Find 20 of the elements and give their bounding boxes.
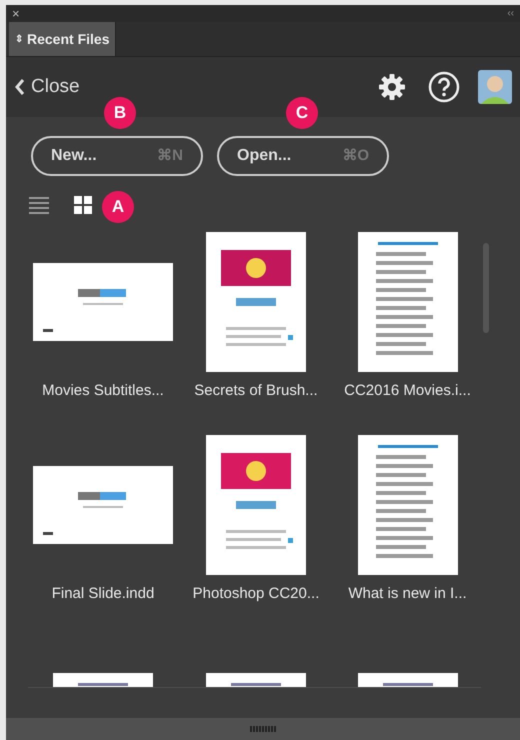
action-button[interactable]: Open... ⌘O — [217, 136, 389, 176]
collapse-button[interactable]: ‹‹ — [507, 8, 514, 18]
file-name[interactable]: Secrets of Brush... — [194, 381, 318, 401]
scrollbar-thumb[interactable] — [483, 243, 489, 333]
help-icon[interactable] — [428, 71, 460, 103]
file-name[interactable]: CC2016 Movies.i... — [344, 381, 471, 401]
file-name[interactable]: Movies Subtitles... — [42, 381, 164, 401]
file-name[interactable]: Photoshop CC20... — [192, 584, 320, 604]
resize-grip[interactable] — [6, 718, 520, 740]
file-name[interactable]: Final Slide.indd — [52, 584, 154, 604]
tab[interactable]: ⇕ Recent Files — [9, 22, 116, 56]
close-link[interactable]: Close — [14, 72, 80, 102]
chevron-left-icon — [14, 78, 25, 96]
action-button[interactable]: New... ⌘N — [31, 136, 203, 176]
close-button[interactable]: × — [12, 7, 20, 20]
grid-view-icon[interactable] — [74, 196, 92, 214]
grip-icon — [250, 726, 276, 732]
list-view-icon[interactable] — [29, 196, 49, 214]
settings-icon[interactable] — [378, 73, 406, 101]
file-name[interactable]: What is new in I... — [348, 584, 467, 604]
